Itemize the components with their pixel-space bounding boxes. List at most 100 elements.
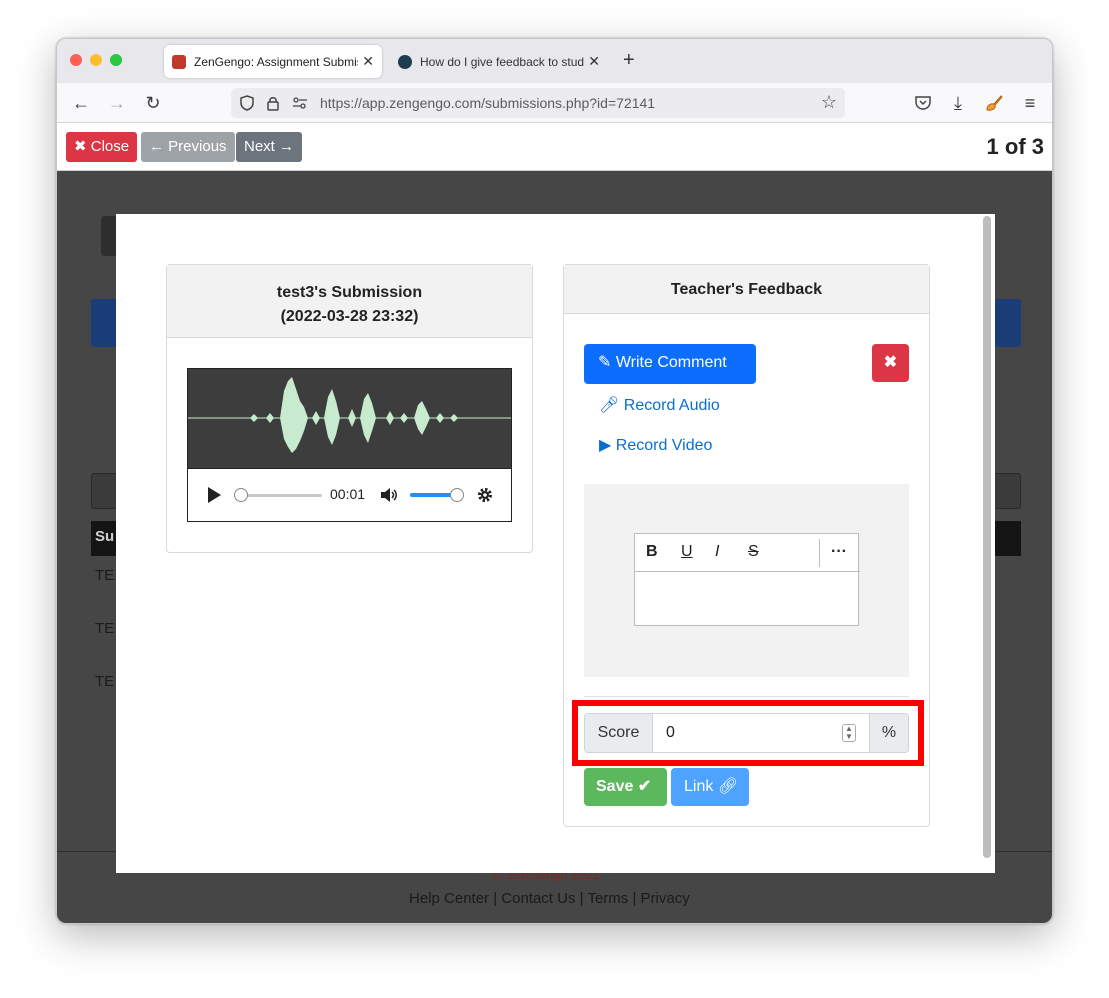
submission-timestamp: (2022-03-28 23:32) xyxy=(280,308,419,325)
audio-waveform[interactable] xyxy=(188,369,511,468)
background-column-text: Su xyxy=(95,528,115,545)
lock-icon xyxy=(267,97,279,111)
background-banner-right xyxy=(991,299,1021,347)
score-input[interactable]: 0 ▲ ▼ xyxy=(654,714,868,752)
tab-title: ZenGengo: Assignment Submiss xyxy=(194,54,359,69)
editor-toolbar: B U I S ··· xyxy=(635,534,860,572)
maximize-window-button[interactable] xyxy=(110,54,122,66)
strikethrough-button[interactable]: S xyxy=(748,543,759,561)
score-stepper-icon[interactable]: ▲ ▼ xyxy=(842,724,856,742)
record-audio-label: Record Audio xyxy=(623,397,720,414)
help-favicon-icon xyxy=(398,54,412,69)
bookmark-star-icon[interactable]: ☆ xyxy=(821,92,837,113)
next-button-label: Next xyxy=(244,138,275,155)
progress-thumb[interactable] xyxy=(234,488,248,502)
italic-button[interactable]: I xyxy=(715,543,719,561)
arrow-left-icon: ← xyxy=(149,138,164,155)
download-icon[interactable]: ⤓ xyxy=(947,92,969,114)
feedback-card: Teacher's Feedback ✎ Write Comment ✖ 🎤︎ … xyxy=(563,264,930,827)
gear-icon[interactable] xyxy=(476,486,494,504)
audio-player: 00:01 xyxy=(187,368,512,522)
remove-feedback-button[interactable]: ✖ xyxy=(872,344,909,382)
footer-link-privacy[interactable]: Privacy xyxy=(641,890,690,907)
plus-icon[interactable]: + xyxy=(623,49,635,72)
extension-paintbrush-icon[interactable] xyxy=(984,93,1004,113)
audio-controls: 00:01 xyxy=(188,468,511,521)
submission-title: test3's Submission xyxy=(276,284,423,301)
browser-window: ZenGengo: Assignment Submiss ✕ How do I … xyxy=(56,38,1053,924)
forward-arrow-icon[interactable]: → xyxy=(106,92,128,114)
permissions-icon[interactable] xyxy=(292,96,308,110)
address-bar[interactable]: https://app.zengengo.com/submissions.php… xyxy=(231,88,845,118)
menu-icon[interactable]: ≡ xyxy=(1019,92,1041,114)
close-window-button[interactable] xyxy=(70,54,82,66)
footer-links: Help Center | Contact Us | Terms | Priva… xyxy=(409,890,690,907)
rich-text-editor: B U I S ··· xyxy=(634,533,860,626)
background-input-right xyxy=(991,473,1021,509)
background-row-text: TE xyxy=(95,567,115,584)
volume-thumb[interactable] xyxy=(449,488,464,502)
bold-button[interactable]: B xyxy=(646,543,658,561)
navigation-bar: ← → ↻ https://app.zengengo.com/submissio… xyxy=(57,83,1052,123)
background-row-text: TE xyxy=(95,673,115,690)
shield-icon xyxy=(240,95,254,111)
write-comment-label: Write Comment xyxy=(615,354,727,371)
reload-icon[interactable]: ↻ xyxy=(142,92,164,114)
chain-link-icon: 🔗︎ xyxy=(717,778,739,795)
save-label: Save xyxy=(596,778,634,795)
progress-track[interactable] xyxy=(240,494,322,497)
modal-scrollbar[interactable] xyxy=(983,216,991,858)
previous-button-label: Previous xyxy=(168,138,227,155)
submission-counter: 1 of 3 xyxy=(986,134,1044,159)
link-button[interactable]: Link 🔗︎ xyxy=(671,768,749,806)
save-button[interactable]: Save ✔ xyxy=(584,768,667,806)
tab-help[interactable]: How do I give feedback to stude ✕ xyxy=(390,45,608,78)
record-video-link[interactable]: ▶ Record Video xyxy=(599,435,712,455)
feedback-header: Teacher's Feedback xyxy=(564,265,929,314)
microphone-icon: 🎤︎ xyxy=(599,397,620,414)
record-video-label: Record Video xyxy=(615,437,713,454)
minimize-window-button[interactable] xyxy=(90,54,102,66)
toolbar-divider xyxy=(819,539,820,567)
arrow-right-icon: → xyxy=(279,138,295,155)
url-text: https://app.zengengo.com/submissions.php… xyxy=(320,95,656,111)
write-comment-button[interactable]: ✎ Write Comment xyxy=(584,344,756,384)
background-row-text: TE xyxy=(95,620,115,637)
zengengo-favicon-icon xyxy=(172,54,186,69)
score-label: Score xyxy=(585,714,653,752)
submission-card: test3's Submission (2022-03-28 23:32) 00… xyxy=(166,264,533,553)
more-options-button[interactable]: ··· xyxy=(831,543,847,561)
score-input-group: Score 0 ▲ ▼ % xyxy=(584,713,909,753)
footer-link-terms[interactable]: Terms xyxy=(587,890,628,907)
editor-text-area[interactable] xyxy=(635,573,858,625)
tab-zengengo[interactable]: ZenGengo: Assignment Submiss ✕ xyxy=(164,45,382,78)
feedback-divider xyxy=(584,696,909,697)
back-arrow-icon[interactable]: ← xyxy=(70,92,92,114)
underline-button[interactable]: U xyxy=(681,543,693,561)
score-value: 0 xyxy=(666,724,675,741)
close-button[interactable]: ✖ Close xyxy=(66,132,138,162)
video-camera-icon: ▶ xyxy=(599,437,612,454)
record-audio-link[interactable]: 🎤︎ Record Audio xyxy=(599,395,720,415)
close-button-label: Close xyxy=(90,138,130,155)
footer-link-contact[interactable]: Contact Us xyxy=(501,890,575,907)
tab-strip: ZenGengo: Assignment Submiss ✕ How do I … xyxy=(57,39,1052,83)
submission-header: test3's Submission (2022-03-28 23:32) xyxy=(167,265,532,338)
checkmark-icon: ✔ xyxy=(637,778,652,795)
close-x-icon: ✖ xyxy=(883,354,898,371)
close-x-icon: ✖ xyxy=(74,138,87,155)
footer-link-help[interactable]: Help Center xyxy=(409,890,489,907)
close-tab-icon[interactable]: ✕ xyxy=(588,53,600,70)
pocket-icon[interactable] xyxy=(914,94,932,112)
background-table-header-right xyxy=(991,521,1021,556)
score-unit: % xyxy=(869,714,908,752)
submission-toolbar: ✖ Close ← Previous Next → 1 of 3 xyxy=(57,124,1052,171)
previous-button[interactable]: ← Previous xyxy=(141,132,235,162)
editor-panel: B U I S ··· xyxy=(584,484,909,677)
close-tab-icon[interactable]: ✕ xyxy=(362,53,374,70)
next-button[interactable]: Next → xyxy=(236,132,303,162)
tab-title: How do I give feedback to stude xyxy=(420,54,585,69)
play-icon[interactable] xyxy=(206,486,222,504)
volume-icon[interactable] xyxy=(379,486,399,504)
page-content: Su TE TE TE © ZenGengo 2021 Help Center … xyxy=(57,124,1052,923)
